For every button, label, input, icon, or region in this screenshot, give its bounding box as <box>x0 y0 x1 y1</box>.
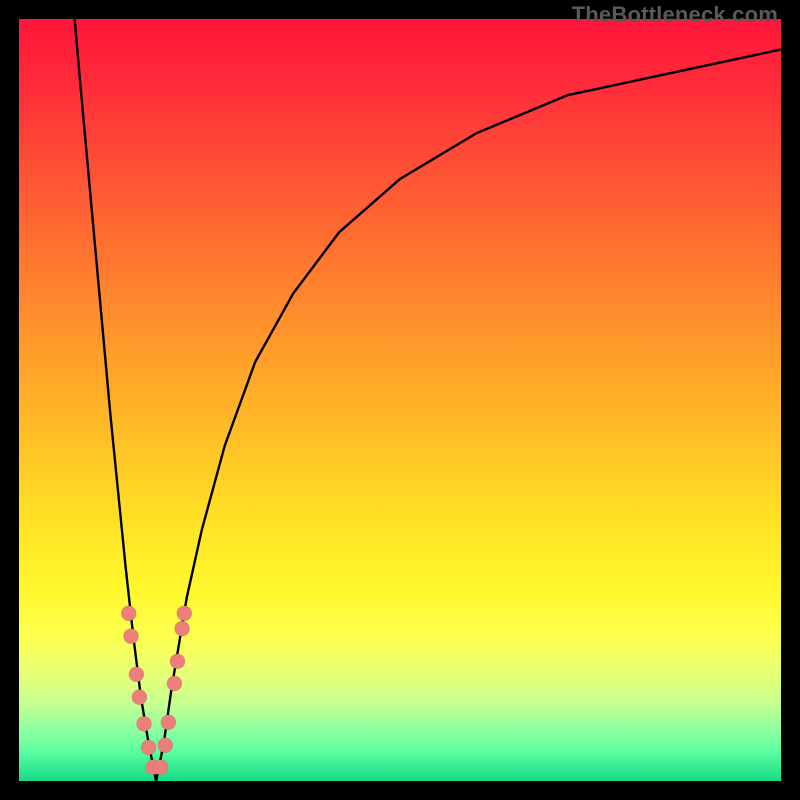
data-point <box>141 740 156 755</box>
data-point <box>170 654 185 669</box>
data-point <box>153 760 168 775</box>
data-point <box>167 676 182 691</box>
watermark-text: TheBottleneck.com <box>572 2 778 28</box>
data-point <box>136 716 151 731</box>
data-point <box>158 738 173 753</box>
data-point <box>124 629 139 644</box>
data-point <box>132 690 147 705</box>
data-points-right <box>153 606 192 775</box>
curve-right-branch <box>156 49 781 781</box>
chart-frame: TheBottleneck.com <box>0 0 800 800</box>
data-point <box>161 715 176 730</box>
data-points-left <box>121 606 160 775</box>
data-point <box>175 621 190 636</box>
curve-left-branch <box>75 19 157 781</box>
data-point <box>177 606 192 621</box>
data-point <box>129 667 144 682</box>
bottleneck-curve <box>19 19 781 781</box>
plot-area <box>19 19 781 781</box>
data-point <box>121 606 136 621</box>
